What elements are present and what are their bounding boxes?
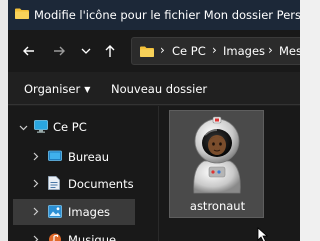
computer-icon [34, 120, 48, 133]
sidebar-item-bureau[interactable]: Bureau [8, 144, 158, 170]
sidebar-item-musique[interactable]: Musique [8, 227, 158, 241]
arrow-left-icon [23, 46, 34, 56]
sidebar-item-label: Images [68, 205, 111, 219]
command-bar: Organiser ▼ Nouveau dossier [8, 72, 300, 105]
images-icon [48, 205, 62, 218]
breadcrumb-separator-icon: › [268, 43, 273, 57]
chevron-right-icon [33, 179, 39, 188]
sidebar-item-label: Bureau [68, 150, 110, 164]
organize-label: Organiser [24, 82, 81, 96]
desktop-icon [48, 150, 62, 161]
folder-icon [15, 8, 29, 19]
documents-icon [48, 176, 60, 190]
breadcrumb-mes[interactable]: Mes [279, 44, 300, 58]
arrow-up-icon [105, 45, 115, 57]
forward-button[interactable] [50, 42, 68, 60]
breadcrumb-separator-icon: › [160, 43, 165, 57]
music-icon [49, 233, 61, 241]
file-name-label: astronaut [189, 199, 246, 213]
astronaut-icon [193, 116, 241, 194]
sidebar-item-images[interactable]: Images [13, 199, 135, 225]
sidebar-item-label: Ce PC [53, 120, 87, 134]
breadcrumb-separator-icon: › [212, 43, 217, 57]
icon-picker-window: Modifie l'icône pour le fichier Mon doss… [8, 0, 300, 241]
organize-button[interactable]: Organiser ▼ [24, 82, 90, 96]
chevron-right-icon [33, 152, 39, 161]
background-edge [0, 0, 8, 241]
navigation-bar: › Ce PC › Images › Mes [8, 30, 300, 72]
arrow-right-icon [54, 46, 65, 56]
sidebar-item-label: Documents [68, 177, 134, 191]
sidebar-item-ce-pc[interactable]: Ce PC [8, 114, 158, 140]
title-bar: Modifie l'icône pour le fichier Mon doss… [8, 0, 300, 30]
chevron-down-icon [19, 125, 28, 131]
back-button[interactable] [20, 42, 38, 60]
navigation-pane: Ce PC Bureau Documents Images Musique [8, 106, 158, 241]
chevron-right-icon [33, 207, 39, 216]
mouse-cursor-icon [257, 227, 269, 241]
chevron-right-icon [33, 235, 39, 241]
address-bar[interactable]: › Ce PC › Images › Mes [131, 37, 300, 65]
file-list: astronaut [159, 106, 300, 241]
sidebar-item-documents[interactable]: Documents [8, 171, 158, 197]
folder-icon [140, 46, 154, 57]
new-folder-button[interactable]: Nouveau dossier [111, 82, 207, 96]
breadcrumb-images[interactable]: Images [223, 44, 265, 58]
window-title: Modifie l'icône pour le fichier Mon doss… [34, 8, 300, 22]
recent-locations-button[interactable] [77, 42, 95, 60]
sidebar-item-label: Musique [68, 233, 117, 241]
breadcrumb-ce-pc[interactable]: Ce PC [172, 44, 206, 58]
up-button[interactable] [101, 42, 119, 60]
chevron-down-icon [81, 48, 91, 54]
caret-down-icon: ▼ [84, 85, 91, 94]
file-tile-astronaut[interactable]: astronaut [169, 110, 264, 218]
